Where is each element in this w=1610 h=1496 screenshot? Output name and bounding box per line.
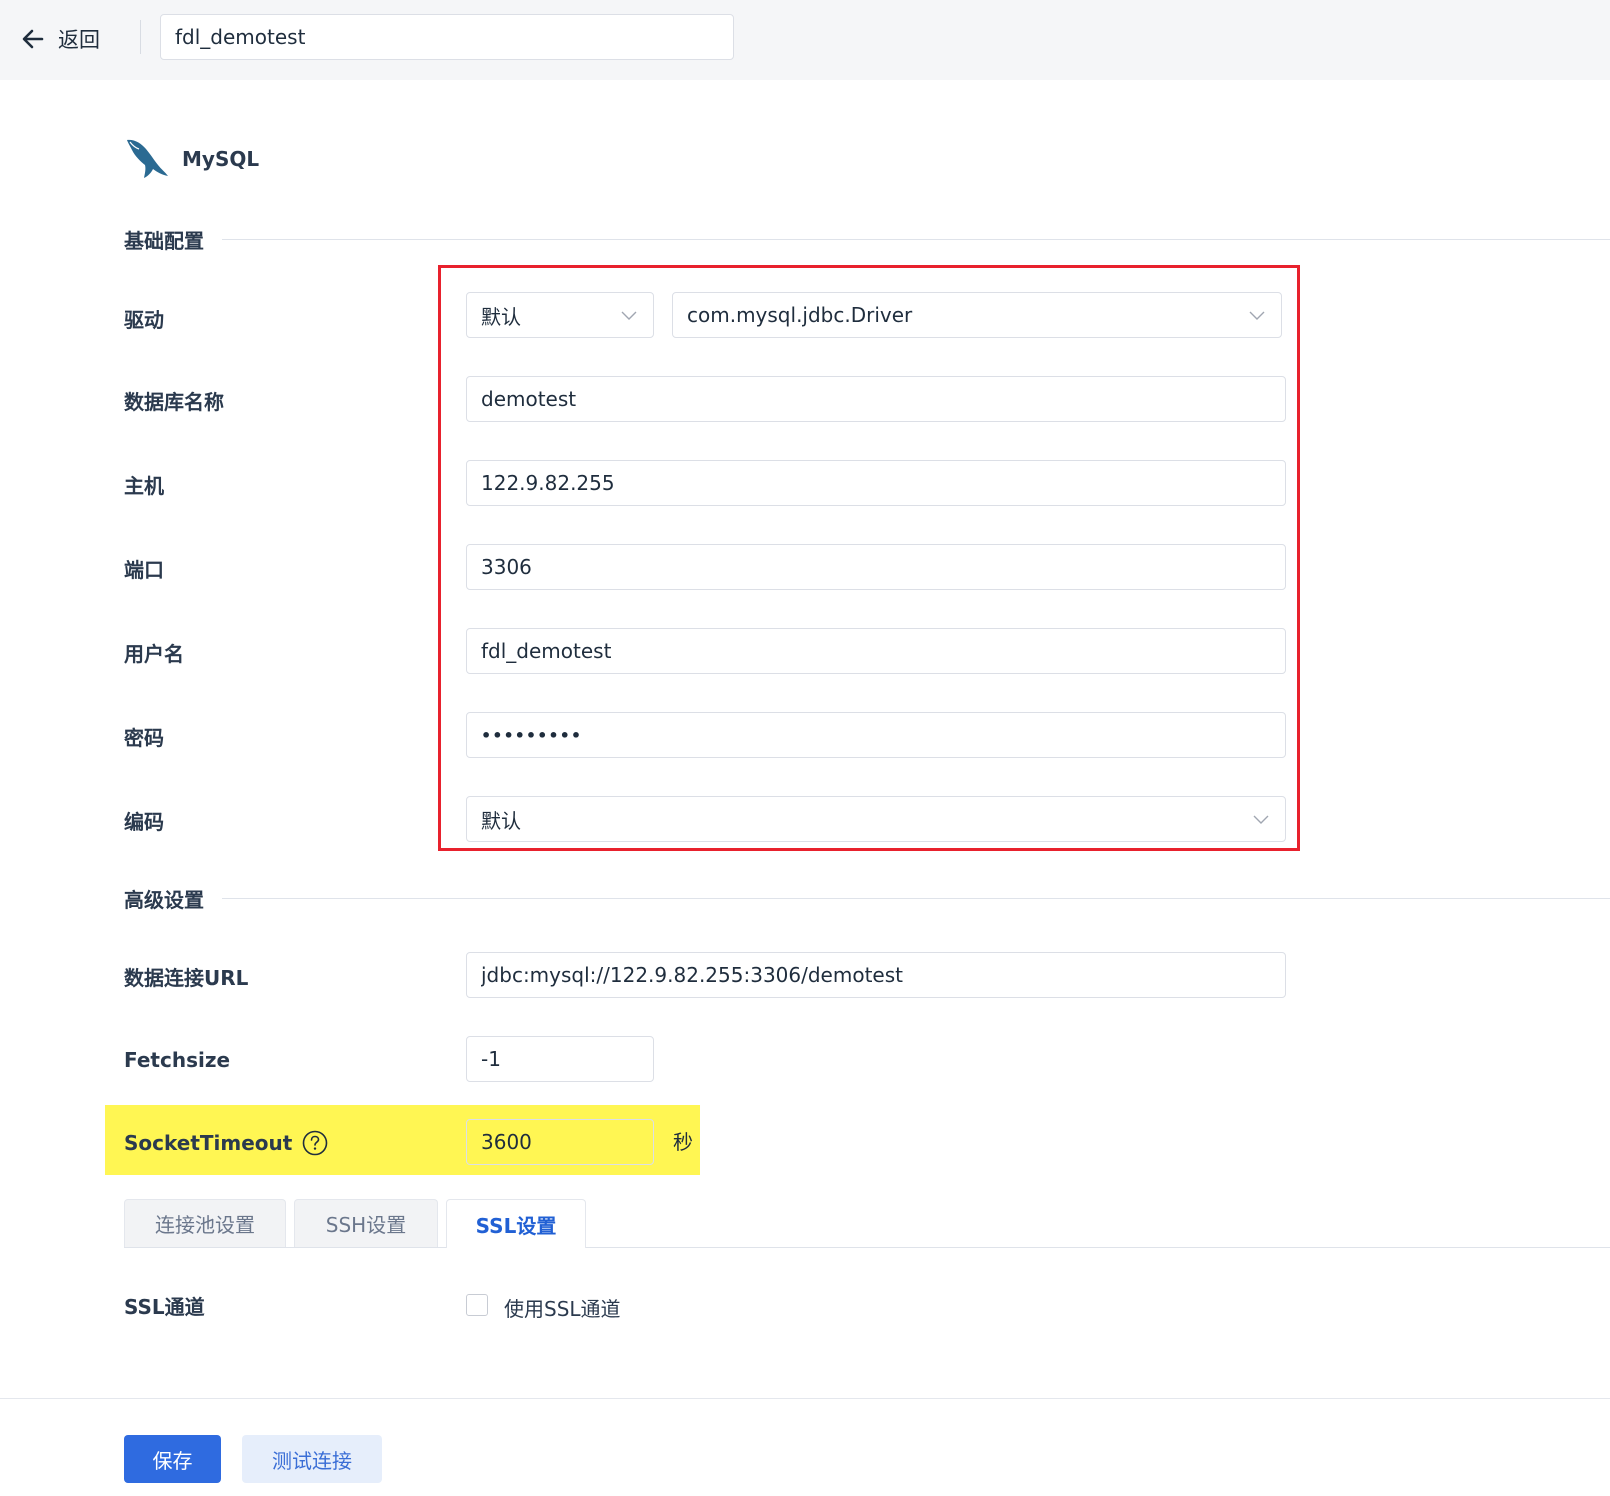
host-label: 主机 [124,473,164,498]
connection-name-value: fdl_demotest [175,25,306,49]
db-name-label: 数据库名称 [124,389,224,414]
advanced-settings-title: 高级设置 [124,888,204,912]
back-button[interactable]: 返回 [20,22,100,56]
chevron-down-icon [1249,311,1265,320]
socket-timeout-unit: 秒 [673,1130,693,1154]
fetchsize-value: -1 [481,1047,501,1071]
tab-connection-pool[interactable]: 连接池设置 [124,1199,286,1247]
port-value: 3306 [481,555,532,579]
driver-mode-select[interactable]: 默认 [466,292,654,338]
ssl-checkbox[interactable] [466,1294,488,1316]
url-input[interactable]: jdbc:mysql://122.9.82.255:3306/demotest [466,952,1286,998]
username-input[interactable]: fdl_demotest [466,628,1286,674]
socket-timeout-label-group: SocketTimeout [124,1120,328,1166]
connection-name-input[interactable]: fdl_demotest [160,14,734,60]
password-input[interactable]: ••••••••• [466,712,1286,758]
password-label: 密码 [124,725,164,750]
basic-config-divider [222,239,1610,240]
port-label: 端口 [124,557,164,582]
back-label: 返回 [58,28,100,52]
chevron-down-icon [621,311,637,320]
host-input[interactable]: 122.9.82.255 [466,460,1286,506]
username-value: fdl_demotest [481,639,612,663]
driver-mode-value: 默认 [481,304,521,329]
fetchsize-label: Fetchsize [124,1048,231,1072]
encoding-select[interactable]: 默认 [466,796,1286,842]
chevron-down-icon [1253,815,1269,824]
basic-config-title: 基础配置 [124,229,204,253]
db-name-value: demotest [481,387,577,411]
driver-label: 驱动 [124,307,164,332]
ssl-checkbox-label[interactable]: 使用SSL通道 [504,1293,621,1322]
question-circle-icon[interactable] [302,1130,328,1156]
db-type-title: MySQL [182,147,260,171]
url-label: 数据连接URL [124,965,249,990]
footer-divider [0,1398,1610,1399]
encoding-label: 编码 [124,809,164,834]
socket-timeout-label: SocketTimeout [124,1131,293,1155]
test-connection-button[interactable]: 测试连接 [242,1435,382,1483]
ssl-channel-label: SSL通道 [124,1294,205,1319]
fetchsize-input[interactable]: -1 [466,1036,654,1082]
save-button[interactable]: 保存 [124,1435,221,1483]
tabs-divider [124,1247,1610,1248]
arrow-left-icon [22,29,44,49]
advanced-settings-divider [222,898,1610,899]
password-value: ••••••••• [481,725,583,745]
username-label: 用户名 [124,641,184,666]
port-input[interactable]: 3306 [466,544,1286,590]
encoding-value: 默认 [481,808,521,833]
host-value: 122.9.82.255 [481,471,615,495]
divider [140,20,141,54]
url-value: jdbc:mysql://122.9.82.255:3306/demotest [481,963,903,987]
socket-timeout-input[interactable]: 3600 [466,1119,654,1165]
socket-timeout-value: 3600 [481,1130,532,1154]
driver-class-select[interactable]: com.mysql.jdbc.Driver [672,292,1282,338]
driver-class-value: com.mysql.jdbc.Driver [687,303,913,327]
tab-ssh[interactable]: SSH设置 [294,1199,438,1247]
tab-ssl[interactable]: SSL设置 [446,1199,586,1248]
top-bar: 返回 fdl_demotest [0,0,1610,80]
db-name-input[interactable]: demotest [466,376,1286,422]
mysql-dolphin-logo [127,139,168,178]
